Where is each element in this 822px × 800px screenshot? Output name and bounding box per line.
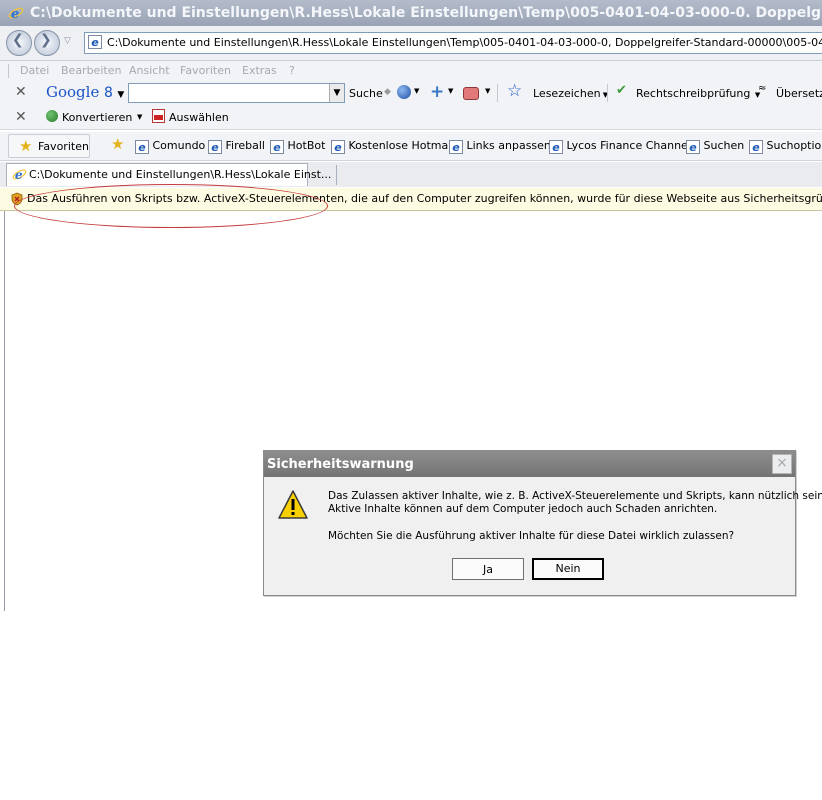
translate-icon[interactable]: ≈ (758, 83, 766, 94)
favorite-comundo[interactable]: e Comundo (135, 139, 205, 154)
back-arrow-icon: ❮ (12, 32, 24, 48)
history-dropdown-icon[interactable]: ▽ (64, 36, 71, 46)
menu-datei[interactable]: Datei (20, 61, 49, 81)
favorite-fireball[interactable]: e Fireball (208, 139, 265, 154)
chevron-down-icon[interactable]: ▼ (137, 113, 142, 121)
ie-page-icon: e (749, 140, 763, 154)
favorite-lycos[interactable]: e Lycos Finance Channel (549, 139, 691, 154)
menu-bearbeiten[interactable]: Bearbeiten (61, 61, 121, 81)
close-toolbar-icon[interactable]: ✕ (15, 84, 27, 100)
ie-page-icon: e (686, 140, 700, 154)
pagerank-globe-icon[interactable] (397, 85, 411, 99)
window-title: C:\Dokumente und Einstellungen\R.Hess\Lo… (30, 5, 822, 21)
google-g-icon[interactable]: 8 ▼ (104, 85, 124, 101)
dialog-question: Möchten Sie die Ausführung aktiver Inhal… (328, 530, 735, 542)
address-url: C:\Dokumente und Einstellungen\R.Hess\Lo… (107, 36, 822, 49)
page-icon: e (88, 35, 102, 49)
search-arrows-icon[interactable]: ◆ (384, 87, 391, 97)
select-button[interactable]: Auswählen (169, 111, 229, 124)
dialog-message-line-1: Das Zulassen aktiver Inhalte, wie z. B. … (328, 490, 822, 502)
command-bar: ✕ Konvertieren ▼ Auswählen (0, 105, 822, 130)
add-favorites-icon[interactable]: ★ (111, 135, 124, 153)
favorite-hotbot[interactable]: e HotBot (270, 139, 325, 154)
no-button[interactable]: Nein (532, 558, 604, 580)
menu-extras[interactable]: Extras (242, 61, 277, 81)
favorite-suchen[interactable]: e Suchen (686, 139, 744, 154)
forward-button[interactable]: ❯ (34, 30, 60, 56)
address-field[interactable]: e C:\Dokumente und Einstellungen\R.Hess\… (84, 32, 822, 54)
warning-triangle-icon (278, 490, 308, 519)
ie-logo-icon: e (8, 7, 24, 21)
tab-bar: e C:\Dokumente und Einstellungen\R.Hess\… (0, 162, 822, 187)
spellcheck-button[interactable]: Rechtschreibprüfung ▼ (636, 87, 760, 100)
star-icon[interactable]: ☆ (507, 81, 522, 101)
spellcheck-icon[interactable]: ✔ (616, 83, 627, 98)
window-title-bar[interactable]: e C:\Dokumente und Einstellungen\R.Hess\… (0, 0, 822, 26)
tab-current-page[interactable]: e C:\Dokumente und Einstellungen\R.Hess\… (6, 163, 331, 186)
menu-bar: Datei Bearbeiten Ansicht Favoriten Extra… (0, 61, 822, 81)
convert-icon (46, 110, 58, 122)
dialog-title: Sicherheitswarnung (267, 457, 414, 472)
google-search-input[interactable]: ▼ (128, 83, 345, 103)
ie-page-icon: e (270, 140, 284, 154)
ie-page-icon: e (449, 140, 463, 154)
popup-blocker-icon[interactable] (463, 87, 479, 100)
dialog-title-bar[interactable]: Sicherheitswarnung × (264, 451, 795, 477)
google-toolbar: ✕ Google 8 ▼ ▼ Suche ◆ ▼ + ▼ ▼ ☆ Lesezei… (0, 81, 822, 105)
favorites-bar: ★ Favoriten ★ e Comundo e Fireball e Hot… (0, 132, 822, 161)
favorite-links-anpassen[interactable]: e Links anpassen (449, 139, 551, 154)
pdf-icon (152, 109, 165, 123)
favorite-hotmail[interactable]: e Kostenlose Hotmail (331, 139, 454, 154)
menu-favoriten[interactable]: Favoriten (180, 61, 231, 81)
menu-help[interactable]: ? (289, 61, 295, 81)
menu-ansicht[interactable]: Ansicht (129, 61, 170, 81)
chevron-down-icon[interactable]: ▼ (485, 87, 490, 95)
svg-text:e: e (11, 7, 19, 21)
convert-button[interactable]: Konvertieren (62, 111, 132, 124)
chevron-down-icon[interactable]: ▼ (414, 87, 419, 95)
search-dropdown-icon[interactable]: ▼ (329, 84, 344, 102)
ie-page-icon: e (549, 140, 563, 154)
forward-arrow-icon: ❯ (40, 32, 52, 48)
favorites-button[interactable]: ★ Favoriten (8, 134, 90, 158)
ie-page-icon: e (135, 140, 149, 154)
plus-icon[interactable]: + (430, 82, 444, 102)
favorite-suchoption[interactable]: e Suchoption (749, 139, 822, 154)
new-tab-button[interactable] (308, 165, 337, 185)
svg-text:e: e (15, 168, 23, 182)
close-toolbar-icon[interactable]: ✕ (15, 109, 27, 125)
dialog-message-line-2: Aktive Inhalte können auf dem Computer j… (328, 503, 718, 515)
ie-page-icon: e (208, 140, 222, 154)
bookmarks-button[interactable]: Lesezeichen ▼ (533, 87, 608, 100)
security-warning-dialog: Sicherheitswarnung × Das Zulassen aktive… (263, 450, 822, 596)
yes-button[interactable]: Ja (452, 558, 524, 580)
back-button[interactable]: ❮ (6, 30, 32, 56)
google-logo[interactable]: Google (46, 83, 99, 101)
navigation-bar: ❮ ❯ ▽ e C:\Dokumente und Einstellungen\R… (0, 26, 822, 61)
translate-button[interactable]: Übersetze (776, 87, 822, 100)
ie-logo-icon: e (12, 168, 27, 182)
chevron-down-icon[interactable]: ▼ (448, 87, 453, 95)
ie-page-icon: e (331, 140, 345, 154)
favorites-star-icon: ★ (19, 137, 33, 155)
dialog-close-button[interactable]: × (772, 454, 792, 474)
google-search-button[interactable]: Suche (349, 87, 383, 100)
